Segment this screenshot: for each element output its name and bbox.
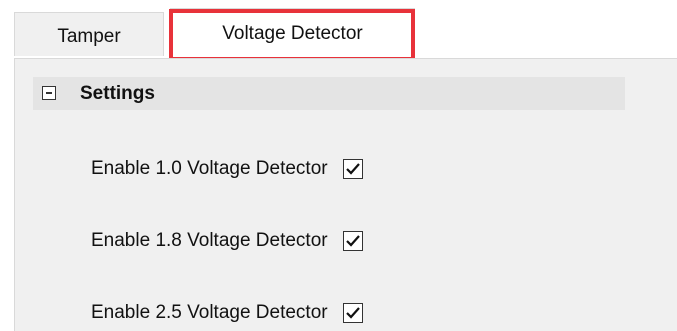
tab-tamper-label: Tamper [57,25,121,47]
checkbox-2-5[interactable] [342,303,363,323]
settings-section-header[interactable]: Settings [33,77,625,110]
voltage-detector-window: Tamper Voltage Detector Settings Enable … [0,0,677,331]
section-title: Settings [80,83,155,104]
tab-voltage-detector[interactable]: Voltage Detector [170,8,415,58]
settings-panel: Settings Enable 1.0 Voltage Detector Ena… [14,58,677,331]
checkbox-1-0[interactable] [342,159,363,179]
option-row-1-8: Enable 1.8 Voltage Detector [91,228,363,254]
checkmark-icon [345,163,360,175]
tab-strip: Tamper Voltage Detector [0,0,677,61]
collapse-minus-icon[interactable] [42,86,56,100]
tab-tamper[interactable]: Tamper [14,12,164,56]
option-row-1-0: Enable 1.0 Voltage Detector [91,156,363,182]
checkmark-icon [345,307,360,319]
option-label-1-8: Enable 1.8 Voltage Detector [91,230,328,251]
checkmark-icon [345,235,360,247]
option-label-1-0: Enable 1.0 Voltage Detector [91,158,328,179]
option-label-2-5: Enable 2.5 Voltage Detector [91,302,328,323]
checkbox-1-8[interactable] [342,231,363,251]
tab-voltage-detector-label: Voltage Detector [222,23,363,44]
option-row-2-5: Enable 2.5 Voltage Detector [91,300,363,326]
